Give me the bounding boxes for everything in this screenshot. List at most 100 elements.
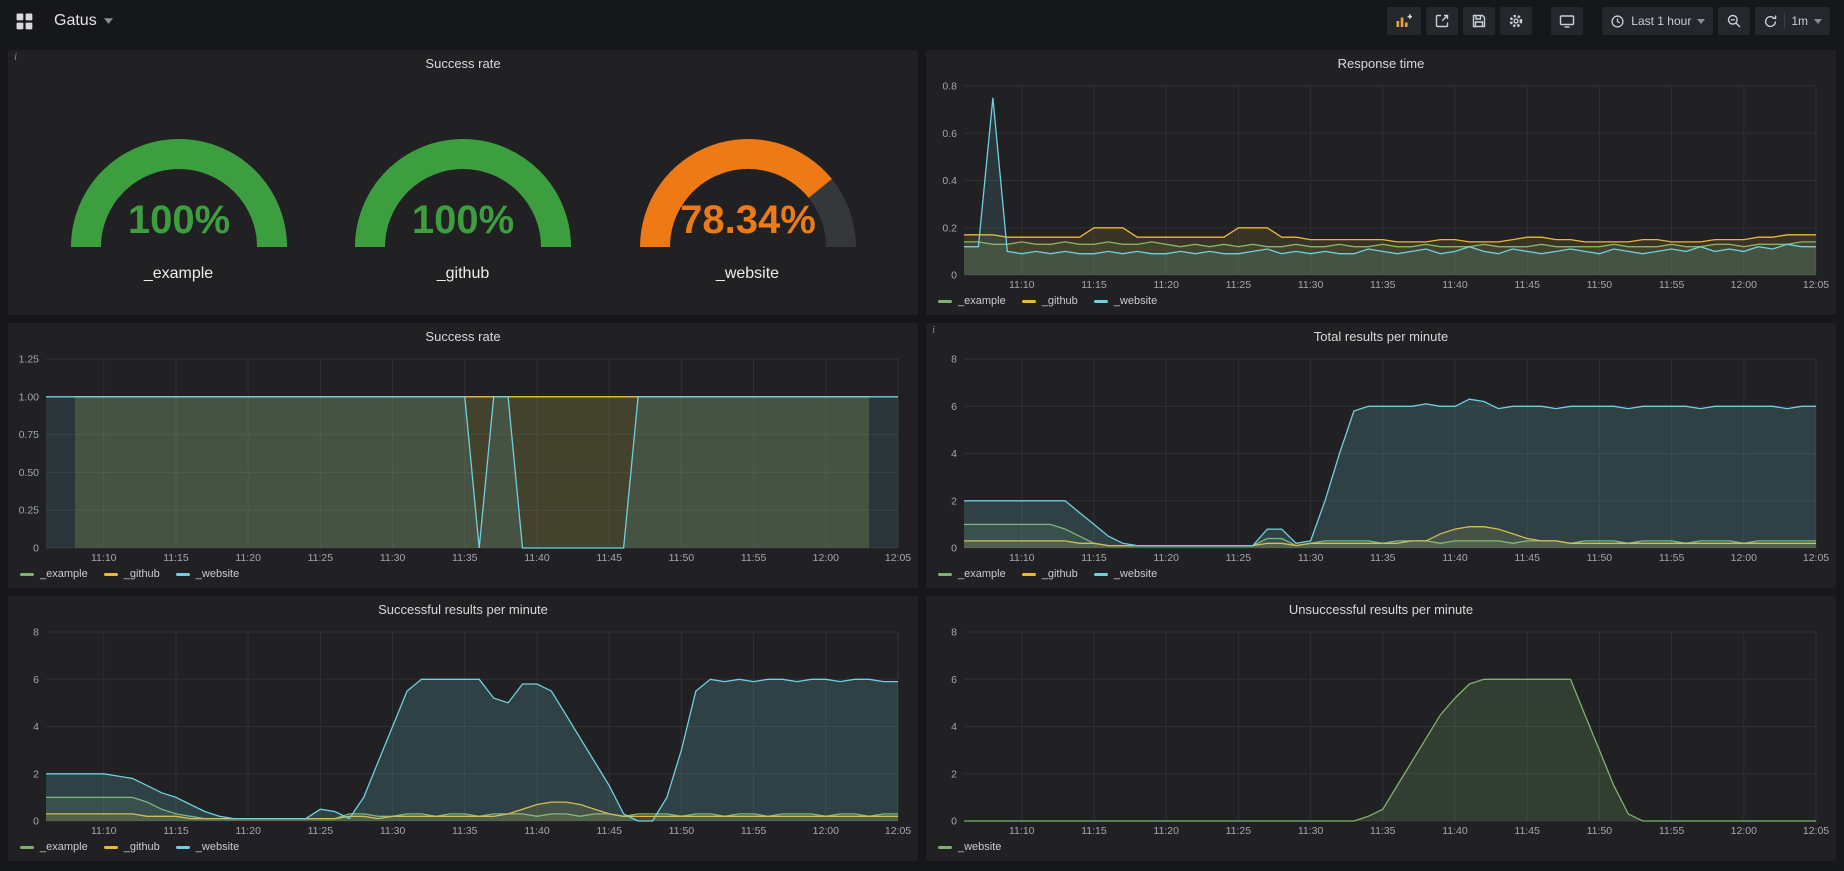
info-icon[interactable]: i [932,324,935,336]
svg-text:11:50: 11:50 [1587,552,1613,564]
navbar-left: Gatus [14,7,113,35]
svg-text:11:15: 11:15 [1081,825,1107,837]
legend-label: _website [958,841,1001,853]
svg-text:11:40: 11:40 [524,552,550,564]
legend-marker [1094,573,1108,576]
time-range-label: Last 1 hour [1631,14,1691,28]
apps-grid-icon [16,13,33,30]
legend-label: _example [958,295,1006,307]
gauge-value: 78.34% [680,198,816,242]
total-results-chart[interactable]: 0246811:1011:1511:2011:2511:3011:3511:40… [926,349,1836,566]
legend-item-_github[interactable]: _github [1022,295,1078,307]
legend-item-_github[interactable]: _github [1022,568,1078,580]
legend-item-_website[interactable]: _website [1094,295,1157,307]
info-icon[interactable]: i [14,51,17,63]
legend-item-_example[interactable]: _example [20,841,88,853]
refresh-interval-label: 1m [1791,14,1808,28]
legend-label: _website [196,568,239,580]
svg-text:12:00: 12:00 [813,825,839,837]
svg-text:2: 2 [951,768,957,780]
legend-marker [20,846,34,849]
legend-item-_website[interactable]: _website [1094,568,1157,580]
refresh-button[interactable]: 1m [1755,7,1830,35]
svg-text:0: 0 [951,543,957,555]
legend-marker [176,573,190,576]
tv-mode-button[interactable] [1551,7,1583,35]
legend-item-_website[interactable]: _website [176,568,239,580]
add-panel-button[interactable] [1387,7,1421,35]
response-time-chart[interactable]: 00.20.40.60.811:1011:1511:2011:2511:3011… [926,76,1836,293]
svg-text:8: 8 [951,627,957,639]
legend-item-_website[interactable]: _website [176,841,239,853]
tv-mode-icon [1559,13,1575,29]
legend-item-_github[interactable]: _github [104,841,160,853]
panel-title[interactable]: Response time [1338,56,1425,71]
legend-item-_website[interactable]: _website [938,841,1001,853]
panel-title[interactable]: Unsuccessful results per minute [1289,602,1473,617]
legend-item-_example[interactable]: _example [938,568,1006,580]
legend-marker [176,846,190,849]
panel-success-rate-gauges: i Success rate 100%_example100%_github78… [8,50,918,315]
svg-text:4: 4 [33,721,39,733]
svg-text:11:45: 11:45 [1514,279,1540,291]
svg-text:12:00: 12:00 [1731,279,1757,291]
svg-text:0: 0 [33,816,39,828]
svg-text:11:45: 11:45 [1514,825,1540,837]
clock-icon [1610,14,1625,29]
svg-text:11:55: 11:55 [1659,552,1685,564]
caret-down-icon [1697,19,1705,24]
svg-text:11:15: 11:15 [163,552,189,564]
panel-title[interactable]: Success rate [425,56,500,71]
dashboard-picker[interactable]: Gatus [54,12,113,30]
svg-text:11:30: 11:30 [1298,825,1324,837]
unsuccessful-results-chart[interactable]: 0246811:1011:1511:2011:2511:3011:3511:40… [926,622,1836,839]
svg-text:11:20: 11:20 [1153,825,1179,837]
svg-text:0: 0 [951,270,957,282]
legend-item-_example[interactable]: _example [938,295,1006,307]
apps-grid-icon[interactable] [14,7,44,35]
series-fill-_website [46,679,898,821]
svg-text:0: 0 [951,816,957,828]
settings-button[interactable] [1500,7,1532,35]
svg-text:12:05: 12:05 [885,552,911,564]
svg-text:12:00: 12:00 [813,552,839,564]
panel-title[interactable]: Success rate [425,329,500,344]
legend-label: _website [1114,568,1157,580]
dashboard-grid: i Success rate 100%_example100%_github78… [0,42,1844,869]
panel-title[interactable]: Successful results per minute [378,602,548,617]
panel-response-time: Response time 00.20.40.60.811:1011:1511:… [926,50,1836,315]
series-fill-_website [964,679,1816,821]
navbar: Gatus [0,0,1844,42]
legend: _example _github _website [926,293,1836,315]
legend: _example _github _website [8,839,918,861]
legend-item-_example[interactable]: _example [20,568,88,580]
svg-text:0.8: 0.8 [942,81,957,93]
share-button[interactable] [1426,7,1458,35]
panel-header: Response time [926,50,1836,76]
svg-text:11:10: 11:10 [91,825,117,837]
gauge-label: _example [144,265,213,283]
save-button[interactable] [1463,7,1495,35]
svg-text:0.75: 0.75 [19,429,40,441]
svg-text:6: 6 [951,401,957,413]
panel-title[interactable]: Total results per minute [1314,329,1448,344]
successful-results-chart[interactable]: 0246811:1011:1511:2011:2511:3011:3511:40… [8,622,918,839]
legend-item-_github[interactable]: _github [104,568,160,580]
success-rate-chart[interactable]: 00.250.500.751.001.2511:1011:1511:2011:2… [8,349,918,566]
legend-label: _website [196,841,239,853]
svg-text:11:40: 11:40 [1442,552,1468,564]
time-range-button[interactable]: Last 1 hour [1602,7,1713,35]
svg-text:11:40: 11:40 [524,825,550,837]
legend-marker [104,846,118,849]
panel-header: Success rate [8,50,918,76]
panel-success-rate: Success rate 00.250.500.751.001.2511:101… [8,323,918,588]
svg-text:0.6: 0.6 [942,128,957,140]
legend-marker [938,300,952,303]
svg-text:11:55: 11:55 [741,825,767,837]
legend-label: _github [1042,295,1078,307]
svg-text:0.4: 0.4 [942,175,957,187]
svg-text:6: 6 [951,674,957,686]
panel-body: 0246811:1011:1511:2011:2511:3011:3511:40… [8,622,918,839]
zoom-out-button[interactable] [1718,7,1750,35]
svg-text:11:50: 11:50 [1587,825,1613,837]
